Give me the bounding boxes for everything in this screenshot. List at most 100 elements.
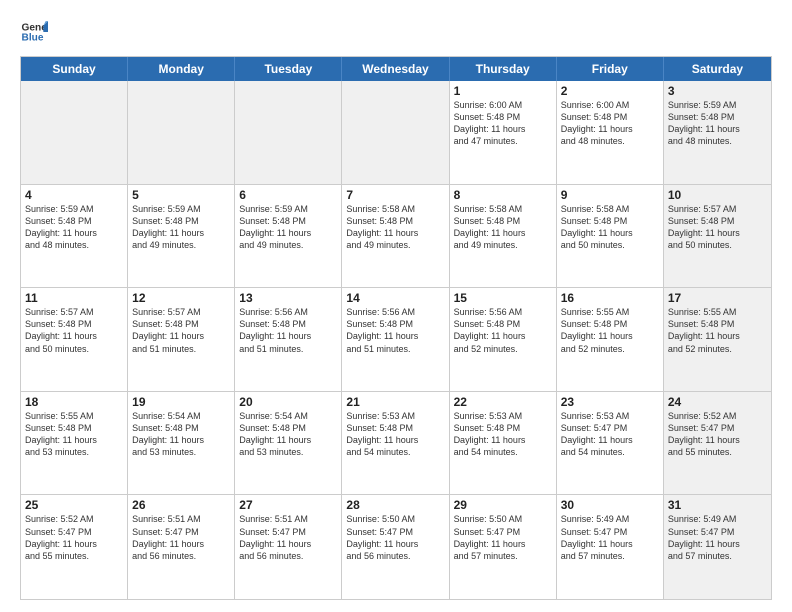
cell-info: Sunrise: 5:54 AM Sunset: 5:48 PM Dayligh… bbox=[132, 410, 230, 459]
cell-info: Sunrise: 5:52 AM Sunset: 5:47 PM Dayligh… bbox=[668, 410, 767, 459]
header-day-wednesday: Wednesday bbox=[342, 57, 449, 81]
day-number: 2 bbox=[561, 84, 659, 98]
cal-cell-16: 16Sunrise: 5:55 AM Sunset: 5:48 PM Dayli… bbox=[557, 288, 664, 391]
day-number: 1 bbox=[454, 84, 552, 98]
cell-info: Sunrise: 5:56 AM Sunset: 5:48 PM Dayligh… bbox=[454, 306, 552, 355]
cell-info: Sunrise: 5:58 AM Sunset: 5:48 PM Dayligh… bbox=[561, 203, 659, 252]
calendar-body: 1Sunrise: 6:00 AM Sunset: 5:48 PM Daylig… bbox=[21, 81, 771, 599]
cal-cell-8: 8Sunrise: 5:58 AM Sunset: 5:48 PM Daylig… bbox=[450, 185, 557, 288]
cal-cell-27: 27Sunrise: 5:51 AM Sunset: 5:47 PM Dayli… bbox=[235, 495, 342, 599]
day-number: 26 bbox=[132, 498, 230, 512]
cal-cell-21: 21Sunrise: 5:53 AM Sunset: 5:48 PM Dayli… bbox=[342, 392, 449, 495]
cal-cell-20: 20Sunrise: 5:54 AM Sunset: 5:48 PM Dayli… bbox=[235, 392, 342, 495]
cell-info: Sunrise: 5:58 AM Sunset: 5:48 PM Dayligh… bbox=[454, 203, 552, 252]
day-number: 30 bbox=[561, 498, 659, 512]
cell-info: Sunrise: 5:57 AM Sunset: 5:48 PM Dayligh… bbox=[25, 306, 123, 355]
day-number: 15 bbox=[454, 291, 552, 305]
header-day-monday: Monday bbox=[128, 57, 235, 81]
week-row-0: 1Sunrise: 6:00 AM Sunset: 5:48 PM Daylig… bbox=[21, 81, 771, 185]
day-number: 12 bbox=[132, 291, 230, 305]
day-number: 14 bbox=[346, 291, 444, 305]
cell-info: Sunrise: 5:56 AM Sunset: 5:48 PM Dayligh… bbox=[239, 306, 337, 355]
cell-info: Sunrise: 5:51 AM Sunset: 5:47 PM Dayligh… bbox=[132, 513, 230, 562]
day-number: 27 bbox=[239, 498, 337, 512]
day-number: 8 bbox=[454, 188, 552, 202]
day-number: 28 bbox=[346, 498, 444, 512]
day-number: 22 bbox=[454, 395, 552, 409]
cal-cell-empty-0-0 bbox=[21, 81, 128, 184]
day-number: 19 bbox=[132, 395, 230, 409]
day-number: 18 bbox=[25, 395, 123, 409]
day-number: 4 bbox=[25, 188, 123, 202]
day-number: 25 bbox=[25, 498, 123, 512]
cal-cell-15: 15Sunrise: 5:56 AM Sunset: 5:48 PM Dayli… bbox=[450, 288, 557, 391]
day-number: 23 bbox=[561, 395, 659, 409]
cell-info: Sunrise: 5:53 AM Sunset: 5:48 PM Dayligh… bbox=[454, 410, 552, 459]
day-number: 13 bbox=[239, 291, 337, 305]
cell-info: Sunrise: 5:59 AM Sunset: 5:48 PM Dayligh… bbox=[239, 203, 337, 252]
cell-info: Sunrise: 5:50 AM Sunset: 5:47 PM Dayligh… bbox=[454, 513, 552, 562]
cell-info: Sunrise: 5:49 AM Sunset: 5:47 PM Dayligh… bbox=[561, 513, 659, 562]
cal-cell-10: 10Sunrise: 5:57 AM Sunset: 5:48 PM Dayli… bbox=[664, 185, 771, 288]
header-day-sunday: Sunday bbox=[21, 57, 128, 81]
page: General Blue SundayMondayTuesdayWednesda… bbox=[0, 0, 792, 612]
day-number: 31 bbox=[668, 498, 767, 512]
day-number: 21 bbox=[346, 395, 444, 409]
header: General Blue bbox=[20, 18, 772, 46]
cell-info: Sunrise: 5:53 AM Sunset: 5:48 PM Dayligh… bbox=[346, 410, 444, 459]
svg-text:Blue: Blue bbox=[22, 33, 44, 44]
header-day-friday: Friday bbox=[557, 57, 664, 81]
cal-cell-19: 19Sunrise: 5:54 AM Sunset: 5:48 PM Dayli… bbox=[128, 392, 235, 495]
cal-cell-14: 14Sunrise: 5:56 AM Sunset: 5:48 PM Dayli… bbox=[342, 288, 449, 391]
cal-cell-empty-0-2 bbox=[235, 81, 342, 184]
cal-cell-31: 31Sunrise: 5:49 AM Sunset: 5:47 PM Dayli… bbox=[664, 495, 771, 599]
cal-cell-7: 7Sunrise: 5:58 AM Sunset: 5:48 PM Daylig… bbox=[342, 185, 449, 288]
cell-info: Sunrise: 5:50 AM Sunset: 5:47 PM Dayligh… bbox=[346, 513, 444, 562]
cal-cell-18: 18Sunrise: 5:55 AM Sunset: 5:48 PM Dayli… bbox=[21, 392, 128, 495]
header-day-saturday: Saturday bbox=[664, 57, 771, 81]
cell-info: Sunrise: 5:59 AM Sunset: 5:48 PM Dayligh… bbox=[668, 99, 767, 148]
cal-cell-2: 2Sunrise: 6:00 AM Sunset: 5:48 PM Daylig… bbox=[557, 81, 664, 184]
cal-cell-26: 26Sunrise: 5:51 AM Sunset: 5:47 PM Dayli… bbox=[128, 495, 235, 599]
cell-info: Sunrise: 6:00 AM Sunset: 5:48 PM Dayligh… bbox=[561, 99, 659, 148]
cal-cell-29: 29Sunrise: 5:50 AM Sunset: 5:47 PM Dayli… bbox=[450, 495, 557, 599]
day-number: 3 bbox=[668, 84, 767, 98]
day-number: 5 bbox=[132, 188, 230, 202]
cal-cell-25: 25Sunrise: 5:52 AM Sunset: 5:47 PM Dayli… bbox=[21, 495, 128, 599]
cell-info: Sunrise: 5:53 AM Sunset: 5:47 PM Dayligh… bbox=[561, 410, 659, 459]
cell-info: Sunrise: 5:55 AM Sunset: 5:48 PM Dayligh… bbox=[668, 306, 767, 355]
day-number: 20 bbox=[239, 395, 337, 409]
cal-cell-11: 11Sunrise: 5:57 AM Sunset: 5:48 PM Dayli… bbox=[21, 288, 128, 391]
cell-info: Sunrise: 5:49 AM Sunset: 5:47 PM Dayligh… bbox=[668, 513, 767, 562]
day-number: 6 bbox=[239, 188, 337, 202]
day-number: 9 bbox=[561, 188, 659, 202]
week-row-2: 11Sunrise: 5:57 AM Sunset: 5:48 PM Dayli… bbox=[21, 288, 771, 392]
cal-cell-30: 30Sunrise: 5:49 AM Sunset: 5:47 PM Dayli… bbox=[557, 495, 664, 599]
cell-info: Sunrise: 5:55 AM Sunset: 5:48 PM Dayligh… bbox=[561, 306, 659, 355]
cal-cell-empty-0-1 bbox=[128, 81, 235, 184]
header-day-tuesday: Tuesday bbox=[235, 57, 342, 81]
cal-cell-6: 6Sunrise: 5:59 AM Sunset: 5:48 PM Daylig… bbox=[235, 185, 342, 288]
week-row-3: 18Sunrise: 5:55 AM Sunset: 5:48 PM Dayli… bbox=[21, 392, 771, 496]
cell-info: Sunrise: 5:55 AM Sunset: 5:48 PM Dayligh… bbox=[25, 410, 123, 459]
cal-cell-24: 24Sunrise: 5:52 AM Sunset: 5:47 PM Dayli… bbox=[664, 392, 771, 495]
cell-info: Sunrise: 5:51 AM Sunset: 5:47 PM Dayligh… bbox=[239, 513, 337, 562]
cell-info: Sunrise: 6:00 AM Sunset: 5:48 PM Dayligh… bbox=[454, 99, 552, 148]
cell-info: Sunrise: 5:59 AM Sunset: 5:48 PM Dayligh… bbox=[132, 203, 230, 252]
calendar-header: SundayMondayTuesdayWednesdayThursdayFrid… bbox=[21, 57, 771, 81]
cell-info: Sunrise: 5:54 AM Sunset: 5:48 PM Dayligh… bbox=[239, 410, 337, 459]
cell-info: Sunrise: 5:57 AM Sunset: 5:48 PM Dayligh… bbox=[668, 203, 767, 252]
calendar: SundayMondayTuesdayWednesdayThursdayFrid… bbox=[20, 56, 772, 600]
week-row-4: 25Sunrise: 5:52 AM Sunset: 5:47 PM Dayli… bbox=[21, 495, 771, 599]
logo-icon: General Blue bbox=[20, 18, 48, 46]
cal-cell-1: 1Sunrise: 6:00 AM Sunset: 5:48 PM Daylig… bbox=[450, 81, 557, 184]
cal-cell-5: 5Sunrise: 5:59 AM Sunset: 5:48 PM Daylig… bbox=[128, 185, 235, 288]
cal-cell-12: 12Sunrise: 5:57 AM Sunset: 5:48 PM Dayli… bbox=[128, 288, 235, 391]
day-number: 11 bbox=[25, 291, 123, 305]
cell-info: Sunrise: 5:58 AM Sunset: 5:48 PM Dayligh… bbox=[346, 203, 444, 252]
day-number: 7 bbox=[346, 188, 444, 202]
logo: General Blue bbox=[20, 18, 54, 46]
day-number: 16 bbox=[561, 291, 659, 305]
cal-cell-3: 3Sunrise: 5:59 AM Sunset: 5:48 PM Daylig… bbox=[664, 81, 771, 184]
cal-cell-13: 13Sunrise: 5:56 AM Sunset: 5:48 PM Dayli… bbox=[235, 288, 342, 391]
